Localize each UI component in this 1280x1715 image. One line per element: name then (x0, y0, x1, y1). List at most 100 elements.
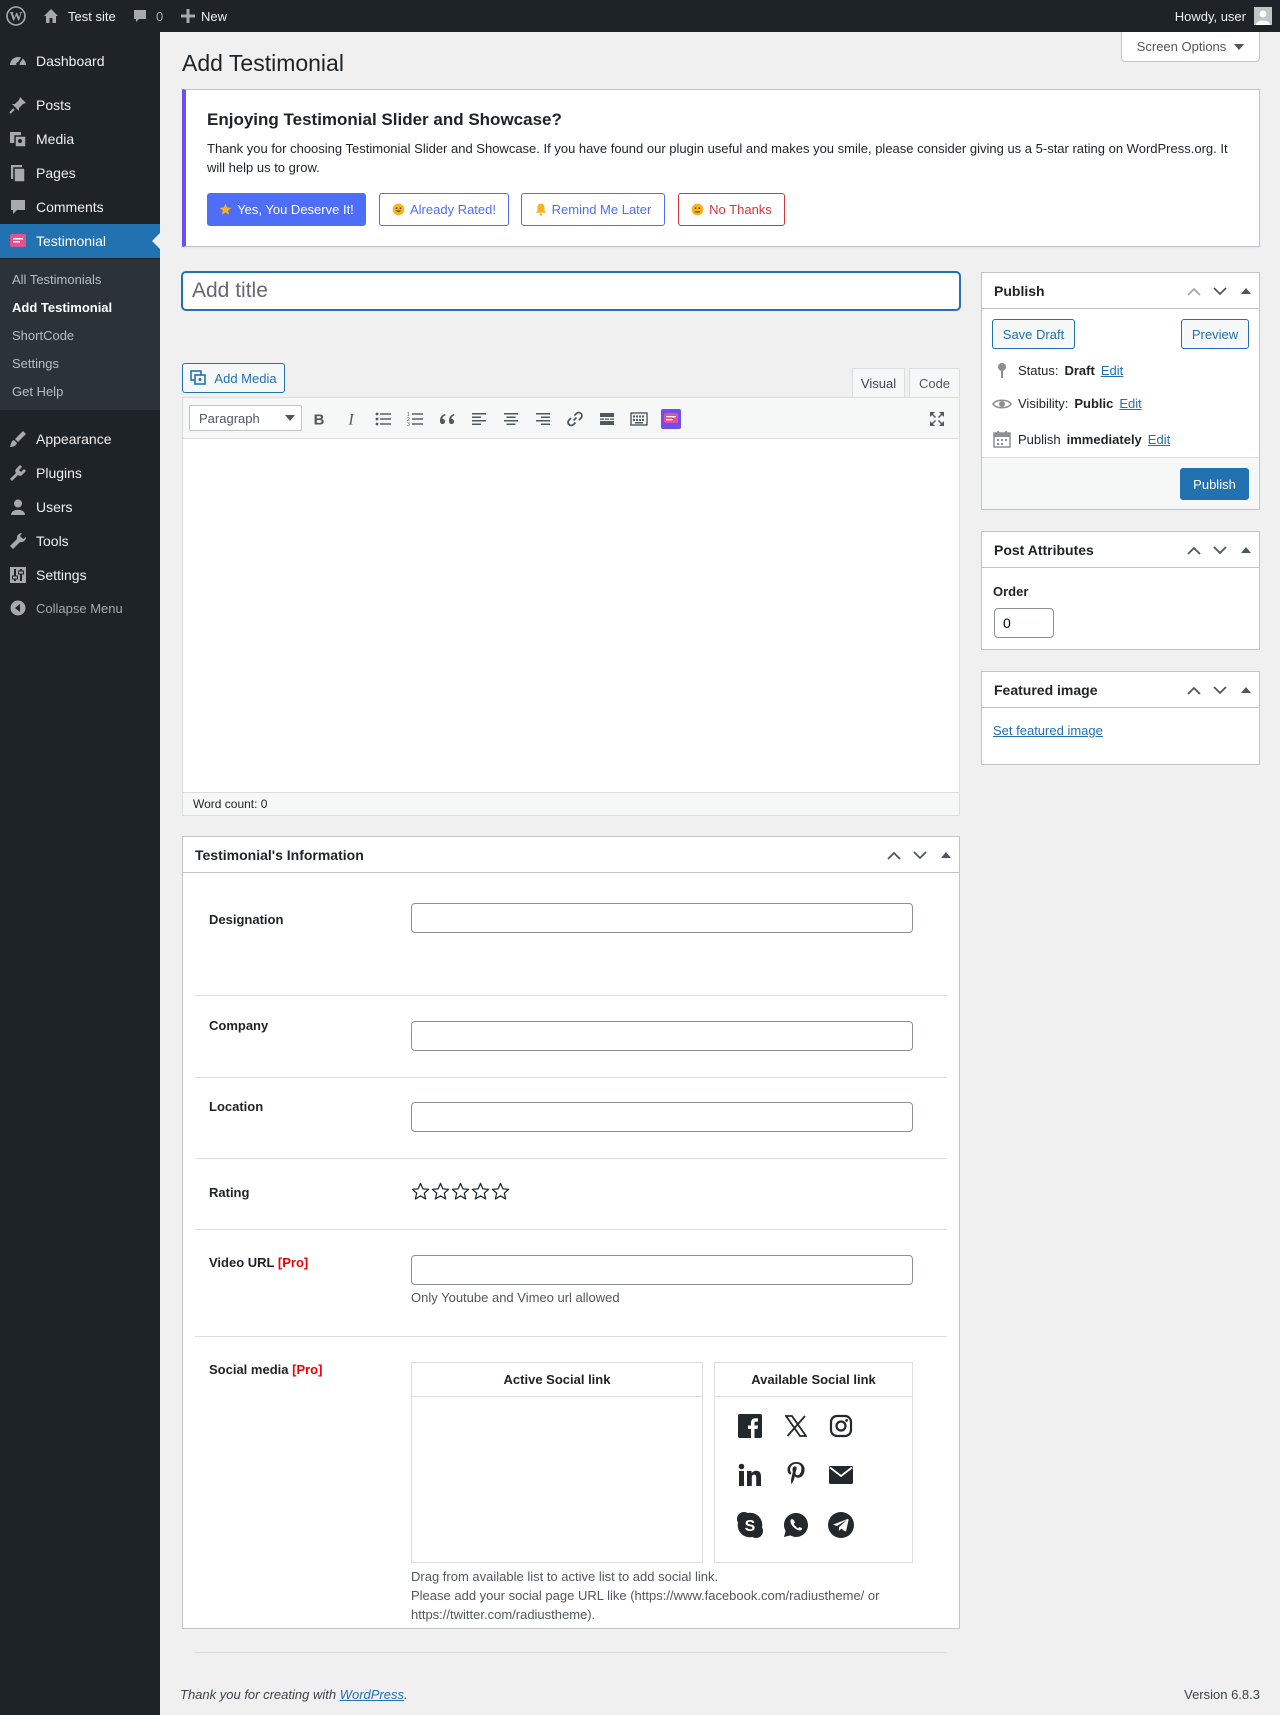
designation-input[interactable] (411, 903, 913, 933)
visibility-label: Visibility: (1018, 396, 1069, 411)
rating-star-icon[interactable] (431, 1182, 450, 1201)
toggle-panel-icon[interactable] (1233, 672, 1259, 708)
submenu-settings[interactable]: Settings (12, 356, 59, 371)
submenu-get-help[interactable]: Get Help (12, 384, 63, 399)
telegram-icon[interactable] (827, 1511, 855, 1539)
whatsapp-icon[interactable] (782, 1511, 810, 1539)
submenu-add-testimonial[interactable]: Add Testimonial (12, 300, 112, 315)
align-center-icon[interactable] (499, 407, 523, 431)
no-thanks-button[interactable]: No Thanks (678, 193, 785, 226)
sidebar-item-settings[interactable]: Settings (0, 558, 160, 592)
site-name-link[interactable]: Test site (42, 0, 116, 32)
set-featured-image-link[interactable]: Set featured image (993, 723, 1103, 738)
move-up-icon[interactable] (881, 837, 907, 873)
footer-thanks-suffix: . (404, 1687, 408, 1702)
email-icon[interactable] (827, 1461, 855, 1489)
align-left-icon[interactable] (467, 407, 491, 431)
sidebar-item-posts[interactable]: Posts (0, 88, 160, 122)
edit-status-link[interactable]: Edit (1101, 363, 1123, 378)
comments-link[interactable]: 0 (132, 0, 163, 32)
move-down-icon[interactable] (1207, 672, 1233, 708)
sidebar-item-dashboard[interactable]: Dashboard (0, 44, 160, 78)
company-input[interactable] (411, 1021, 913, 1051)
bulleted-list-icon[interactable] (371, 407, 395, 431)
editor-content-area[interactable] (183, 439, 959, 792)
title-input[interactable] (182, 272, 960, 310)
order-input[interactable] (994, 608, 1054, 638)
numbered-list-icon[interactable]: 123 (403, 407, 427, 431)
sidebar-item-label: Plugins (36, 465, 82, 481)
blockquote-icon[interactable] (435, 407, 459, 431)
toggle-panel-icon[interactable] (1233, 532, 1259, 568)
sidebar-item-label: Pages (36, 165, 76, 181)
rating-star-icon[interactable] (471, 1182, 490, 1201)
sidebar-item-pages[interactable]: Pages (0, 156, 160, 190)
instagram-icon[interactable] (827, 1412, 855, 1440)
remind-later-button[interactable]: Remind Me Later (521, 193, 665, 226)
move-down-icon[interactable] (1207, 273, 1233, 309)
move-up-icon[interactable] (1181, 532, 1207, 568)
sidebar-item-comments[interactable]: Comments (0, 190, 160, 224)
video-url-input[interactable] (411, 1255, 913, 1285)
linkedin-icon[interactable] (736, 1461, 764, 1489)
fullscreen-icon[interactable] (925, 407, 949, 431)
align-right-icon[interactable] (531, 407, 555, 431)
sidebar-item-plugins[interactable]: Plugins (0, 456, 160, 490)
active-social-list[interactable]: Active Social link (411, 1362, 703, 1563)
rating-star-icon[interactable] (411, 1182, 430, 1201)
my-account-link[interactable]: Howdy, user (1175, 0, 1272, 32)
edit-date-link[interactable]: Edit (1148, 432, 1170, 447)
sidebar-item-users[interactable]: Users (0, 490, 160, 524)
sidebar-item-testimonial[interactable]: Testimonial (0, 224, 160, 258)
facebook-icon[interactable] (736, 1412, 764, 1440)
location-row: Location (195, 1078, 947, 1159)
toolbar-toggle-icon[interactable] (627, 407, 651, 431)
screen-options-button[interactable]: Screen Options (1121, 32, 1260, 62)
sidebar-item-media[interactable]: Media (0, 122, 160, 156)
wordpress-logo-icon[interactable]: W (6, 0, 26, 32)
plus-icon (181, 9, 195, 23)
add-media-button[interactable]: Add Media (182, 363, 285, 393)
pinterest-icon[interactable] (782, 1459, 810, 1487)
new-content-link[interactable]: New (181, 0, 227, 32)
preview-button[interactable]: Preview (1181, 319, 1249, 349)
read-more-icon[interactable] (595, 407, 619, 431)
post-attributes-title: Post Attributes (994, 541, 1094, 558)
skype-icon[interactable]: S (736, 1511, 764, 1539)
featured-image-box: Featured image Set featured image (981, 671, 1260, 765)
sidebar-item-label: Media (36, 131, 75, 147)
already-rated-button[interactable]: Already Rated! (379, 193, 509, 226)
toggle-panel-icon[interactable] (933, 837, 959, 873)
testimonial-shortcode-icon[interactable] (659, 407, 683, 431)
submenu-shortcode[interactable]: ShortCode (12, 328, 74, 343)
format-select[interactable]: Paragraph (189, 405, 302, 431)
sidebar-item-appearance[interactable]: Appearance (0, 422, 160, 456)
order-label: Order (993, 584, 1029, 599)
rating-star-icon[interactable] (451, 1182, 470, 1201)
submenu-all-testimonials[interactable]: All Testimonials (12, 272, 101, 287)
bold-icon[interactable]: B (307, 407, 331, 431)
save-draft-button[interactable]: Save Draft (992, 319, 1075, 349)
move-down-icon[interactable] (907, 837, 933, 873)
rating-star-icon[interactable] (491, 1182, 510, 1201)
move-up-icon[interactable] (1181, 273, 1207, 309)
italic-icon[interactable]: I (339, 407, 363, 431)
tab-code[interactable]: Code (909, 368, 960, 398)
location-input[interactable] (411, 1102, 913, 1132)
company-label: Company (209, 1018, 269, 1033)
move-down-icon[interactable] (1207, 532, 1233, 568)
tab-visual[interactable]: Visual (852, 368, 905, 399)
featured-image-title: Featured image (994, 681, 1098, 698)
x-icon[interactable] (782, 1412, 810, 1440)
move-up-icon[interactable] (1181, 672, 1207, 708)
rate-yes-button[interactable]: Yes, You Deserve It! (207, 193, 366, 226)
wordpress-link[interactable]: WordPress (340, 1687, 404, 1702)
collapse-menu-label: Collapse Menu (36, 600, 123, 616)
publish-button[interactable]: Publish (1180, 468, 1249, 500)
sidebar-item-tools[interactable]: Tools (0, 524, 160, 558)
edit-visibility-link[interactable]: Edit (1119, 396, 1141, 411)
link-icon[interactable] (563, 407, 587, 431)
collapse-menu-button[interactable]: Collapse Menu (0, 591, 160, 625)
smile-emoji-icon (392, 203, 405, 216)
toggle-panel-icon[interactable] (1233, 273, 1259, 309)
